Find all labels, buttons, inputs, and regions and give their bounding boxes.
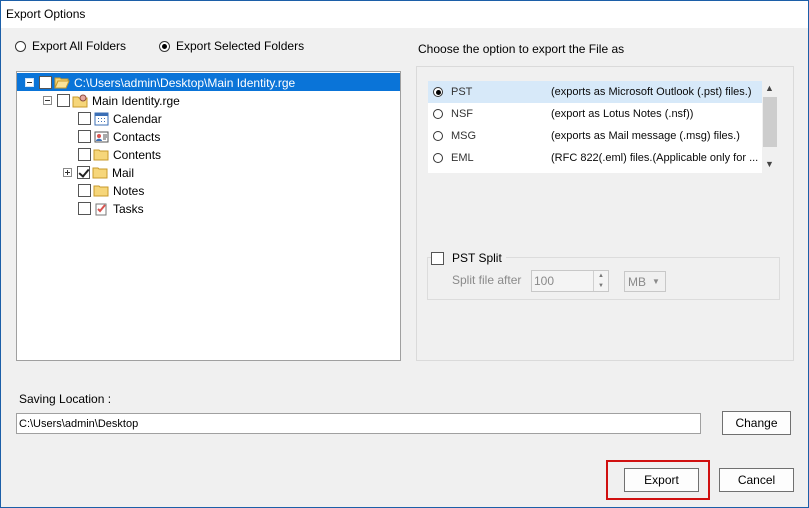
calendar-checkbox[interactable] <box>78 112 91 125</box>
identity-folder-icon <box>72 94 88 108</box>
export-all-label: Export All Folders <box>32 39 127 53</box>
format-list[interactable]: PST (exports as Microsoft Outlook (.pst)… <box>428 81 762 173</box>
folder-label: Contents <box>113 147 162 162</box>
spin-buttons[interactable]: ▲ ▼ <box>593 271 608 291</box>
saving-location-input[interactable]: C:\Users\admin\Desktop <box>16 413 701 434</box>
folder-icon <box>93 148 109 162</box>
notes-icon <box>93 184 109 198</box>
tree-folder-mail[interactable]: Mail <box>63 164 134 181</box>
format-desc: (exports as Microsoft Outlook (.pst) fil… <box>551 86 752 98</box>
split-unit-value: MB <box>628 274 646 289</box>
format-desc: (RFC 822(.eml) files.(Applicable only fo… <box>551 152 759 164</box>
format-option-pst[interactable]: PST (exports as Microsoft Outlook (.pst)… <box>428 81 762 103</box>
identity-checkbox[interactable] <box>57 94 70 107</box>
tree-identity[interactable]: Main Identity.rge <box>43 92 180 109</box>
split-after-label: Split file after <box>452 273 522 287</box>
folder-label: Mail <box>112 165 135 180</box>
pst-split-toggle[interactable]: PST Split <box>431 251 506 265</box>
format-radio[interactable] <box>433 153 443 163</box>
scroll-down-icon[interactable]: ▼ <box>765 159 774 169</box>
title-bar: Export Options <box>1 1 808 28</box>
export-button[interactable]: Export <box>624 468 699 492</box>
pst-split-checkbox[interactable] <box>431 251 444 265</box>
spin-up-icon[interactable]: ▲ <box>594 271 608 281</box>
chevron-down-icon: ▼ <box>652 277 660 286</box>
format-radio[interactable] <box>433 87 443 97</box>
expand-mail-icon[interactable] <box>63 168 72 177</box>
export-all-option[interactable]: Export All Folders <box>15 39 126 53</box>
export-options-dialog: Export Options Export All Folders Export… <box>0 0 809 508</box>
folder-label: Tasks <box>113 201 144 216</box>
tree-folder-contents[interactable]: Contents <box>78 146 161 163</box>
tree-folder-tasks[interactable]: Tasks <box>78 200 144 217</box>
notes-checkbox[interactable] <box>78 184 91 197</box>
format-name: NSF <box>451 108 473 120</box>
identity-label: Main Identity.rge <box>92 93 180 108</box>
folder-label: Contacts <box>113 129 161 144</box>
export-all-radio[interactable] <box>15 40 26 52</box>
collapse-root-icon[interactable] <box>25 78 34 87</box>
tasks-checkbox[interactable] <box>78 202 91 215</box>
tree-root[interactable]: C:\Users\admin\Desktop\Main Identity.rge <box>25 74 295 91</box>
root-checkbox[interactable] <box>39 76 52 89</box>
tree-folder-notes[interactable]: Notes <box>78 182 144 199</box>
format-heading: Choose the option to export the File as <box>418 42 625 56</box>
folder-label: Calendar <box>113 111 162 126</box>
split-size-value: 100 <box>534 274 555 288</box>
tree-folder-calendar[interactable]: Calendar <box>78 110 162 127</box>
tasks-icon <box>93 202 109 216</box>
saving-location-value: C:\Users\admin\Desktop <box>19 417 139 430</box>
folder-label: Notes <box>113 183 145 198</box>
spin-down-icon[interactable]: ▼ <box>594 281 608 291</box>
open-folder-icon <box>54 76 70 90</box>
split-size-stepper[interactable]: 100 ▲ ▼ <box>531 270 609 292</box>
pst-split-label: PST Split <box>452 251 502 265</box>
format-name: EML <box>451 152 474 164</box>
format-option-eml[interactable]: EML (RFC 822(.eml) files.(Applicable onl… <box>428 147 762 169</box>
format-option-msg[interactable]: MSG (exports as Mail message (.msg) file… <box>428 125 762 147</box>
export-selected-option[interactable]: Export Selected Folders <box>159 39 304 53</box>
format-option-nsf[interactable]: NSF (export as Lotus Notes (.nsf)) <box>428 103 762 125</box>
format-name: PST <box>451 86 473 98</box>
export-selected-radio[interactable] <box>159 40 170 52</box>
contacts-icon <box>93 130 109 144</box>
export-selected-label: Export Selected Folders <box>176 39 305 53</box>
scroll-up-icon[interactable]: ▲ <box>765 83 774 93</box>
cancel-button[interactable]: Cancel <box>719 468 794 492</box>
window-title: Export Options <box>6 7 86 21</box>
folder-tree[interactable]: C:\Users\admin\Desktop\Main Identity.rge… <box>16 71 401 361</box>
format-list-scrollbar[interactable]: ▲ ▼ <box>762 81 778 173</box>
contents-checkbox[interactable] <box>78 148 91 161</box>
root-path-label: C:\Users\admin\Desktop\Main Identity.rge <box>74 75 296 90</box>
format-radio[interactable] <box>433 131 443 141</box>
mail-checkbox[interactable] <box>77 166 90 179</box>
scroll-thumb[interactable] <box>763 97 777 147</box>
format-radio[interactable] <box>433 109 443 119</box>
tree-folder-contacts[interactable]: Contacts <box>78 128 160 145</box>
change-button[interactable]: Change <box>722 411 791 435</box>
split-unit-select[interactable]: MB ▼ <box>624 271 666 292</box>
format-desc: (export as Lotus Notes (.nsf)) <box>551 108 694 120</box>
folder-icon <box>92 166 108 180</box>
saving-location-label: Saving Location : <box>19 392 112 406</box>
format-name: MSG <box>451 130 477 142</box>
calendar-icon <box>93 112 109 126</box>
format-desc: (exports as Mail message (.msg) files.) <box>551 130 740 142</box>
contacts-checkbox[interactable] <box>78 130 91 143</box>
collapse-identity-icon[interactable] <box>43 96 52 105</box>
